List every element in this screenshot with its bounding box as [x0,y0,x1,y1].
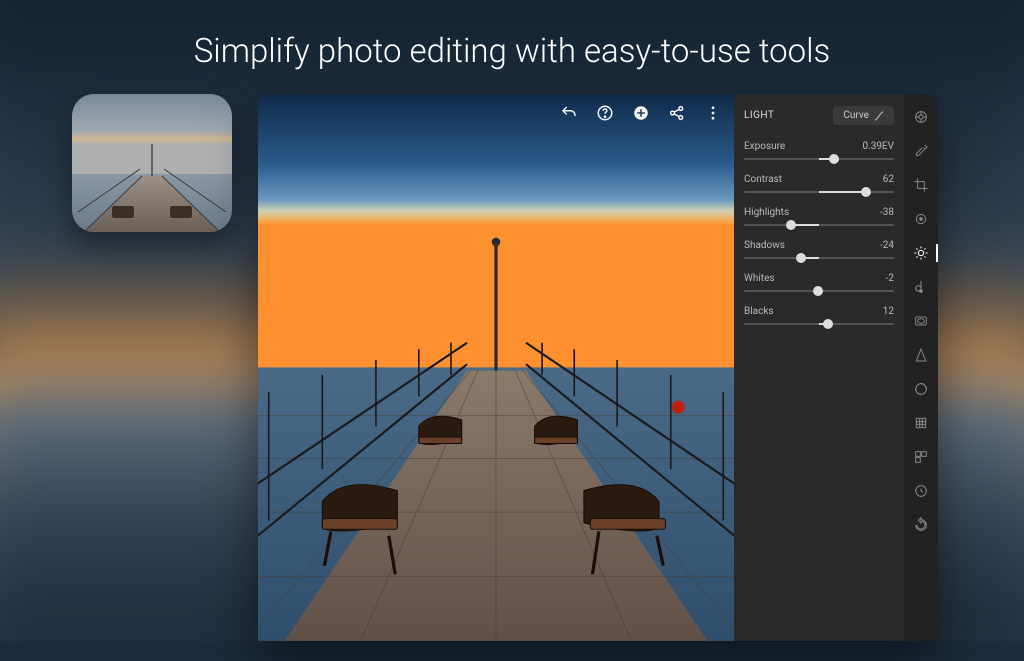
image-canvas[interactable] [258,94,734,641]
help-icon[interactable] [596,104,614,122]
slider-label: Highlights [744,207,789,218]
slider-thumb[interactable] [823,319,833,329]
slider-value: 62 [883,174,894,185]
slider-value: 12 [883,306,894,317]
slider-track[interactable] [744,158,894,160]
temperature-icon[interactable] [912,278,930,296]
slider-label: Contrast [744,174,782,185]
reset-icon[interactable] [912,516,930,534]
slider-thumb[interactable] [813,286,823,296]
versions-icon[interactable] [912,482,930,500]
more-icon[interactable] [704,104,722,122]
slider-track[interactable] [744,224,894,226]
slider-value: 0.39EV [862,141,894,152]
slider-label: Blacks [744,306,774,317]
panel-title: LIGHT [744,110,774,121]
slider-track[interactable] [744,257,894,259]
slider-thumb[interactable] [786,220,796,230]
tool-rail [904,94,938,641]
add-icon[interactable] [632,104,650,122]
eyedropper-icon[interactable] [912,142,930,160]
slider-whites: Whites -2 [744,273,894,292]
curve-button-label: Curve [843,110,869,121]
sharpen-icon[interactable] [912,346,930,364]
marketing-headline: Simplify photo editing with easy-to-use … [0,32,1024,71]
undo-icon[interactable] [560,104,578,122]
color-wheel-icon[interactable] [912,108,930,126]
slider-contrast: Contrast 62 [744,174,894,193]
slider-track[interactable] [744,191,894,193]
crop-icon[interactable] [912,176,930,194]
slider-shadows: Shadows -24 [744,240,894,259]
slider-track[interactable] [744,323,894,325]
slider-thumb[interactable] [829,154,839,164]
slider-track[interactable] [744,290,894,292]
curve-button[interactable]: Curve [833,106,894,125]
heal-icon[interactable] [912,210,930,228]
slider-value: -38 [880,207,894,218]
editor-window: LIGHT Curve Exposure 0.39EV Contrast 62 High… [258,94,938,641]
adjustments-panel: LIGHT Curve Exposure 0.39EV Contrast 62 High… [734,94,938,641]
slider-value: -24 [880,240,894,251]
slider-label: Shadows [744,240,785,251]
presets-icon[interactable] [912,448,930,466]
geometry-icon[interactable] [912,414,930,432]
slider-value: -2 [886,273,894,284]
slider-blacks: Blacks 12 [744,306,894,325]
slider-exposure: Exposure 0.39EV [744,141,894,160]
lens-icon[interactable] [912,380,930,398]
before-thumbnail [72,94,232,232]
light-icon[interactable] [912,244,930,262]
slider-label: Exposure [744,141,785,152]
slider-thumb[interactable] [796,253,806,263]
slider-highlights: Highlights -38 [744,207,894,226]
canvas-toolbar [560,104,722,122]
vignette-icon[interactable] [912,312,930,330]
share-icon[interactable] [668,104,686,122]
slider-thumb[interactable] [861,187,871,197]
slider-label: Whites [744,273,775,284]
